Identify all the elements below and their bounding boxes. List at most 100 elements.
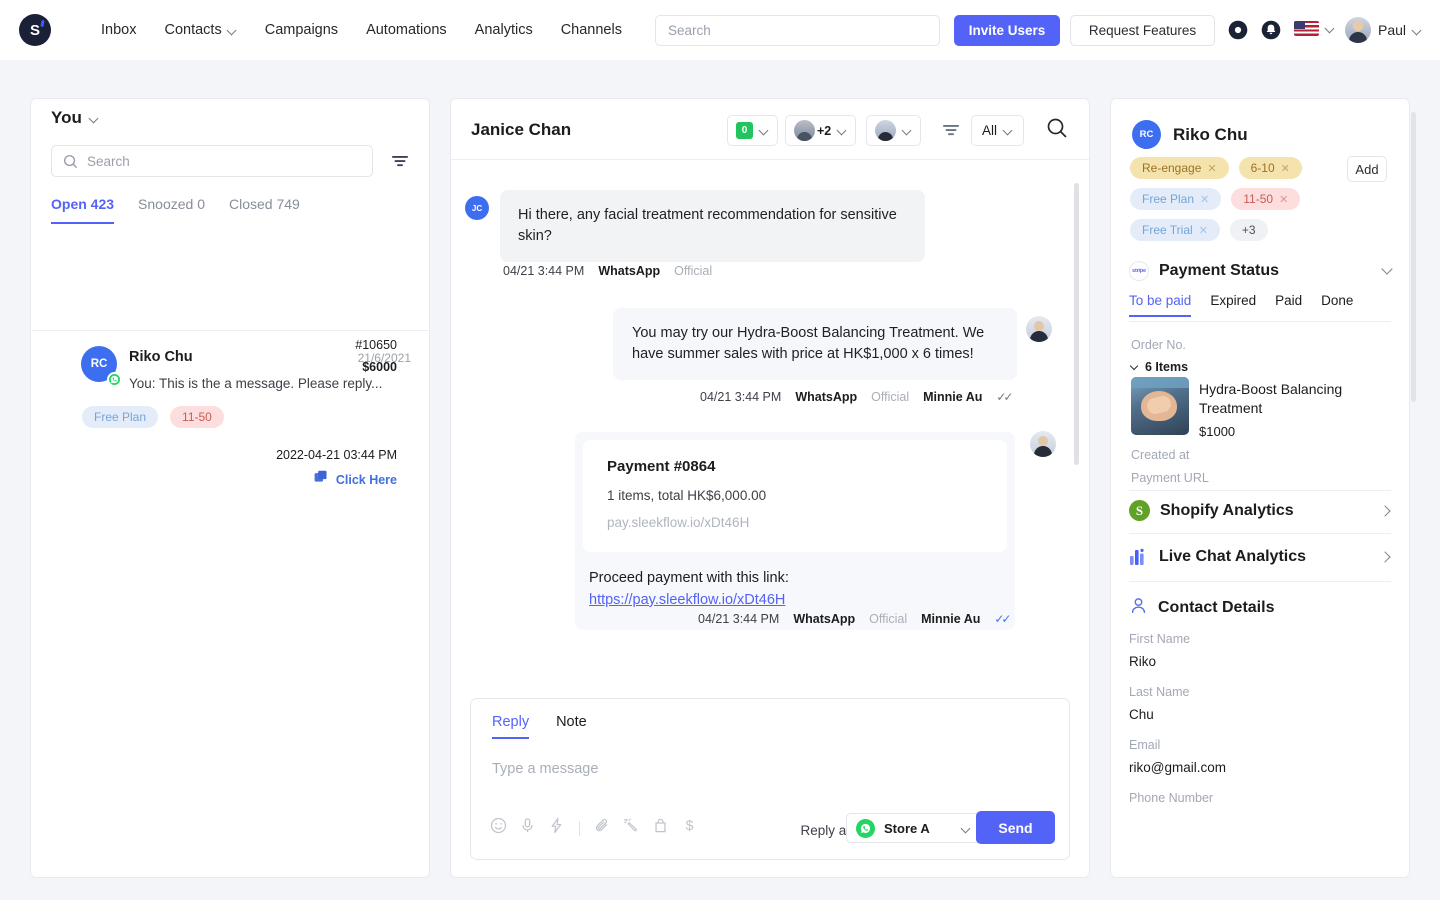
last-name-value[interactable]: Chu: [1129, 707, 1154, 722]
dollar-icon[interactable]: $: [681, 817, 698, 839]
collaborators-selector[interactable]: +2: [785, 115, 856, 146]
global-search-placeholder: Search: [668, 23, 711, 38]
avatar: [1030, 431, 1056, 457]
message-input[interactable]: Type a message: [492, 761, 598, 777]
tab-to-be-paid[interactable]: To be paid: [1129, 293, 1191, 317]
tab-snoozed[interactable]: Snoozed 0: [138, 196, 205, 224]
nav-item-contacts[interactable]: Contacts: [150, 16, 250, 44]
main-nav-links: Inbox Contacts Campaigns Automations Ana…: [87, 16, 636, 44]
close-icon[interactable]: ✕: [1207, 162, 1216, 175]
inbox-owner-selector[interactable]: You: [51, 108, 99, 128]
message-type-filter[interactable]: All: [971, 115, 1024, 146]
reply-channel-selector[interactable]: Store A: [846, 813, 981, 843]
conversation-search-input[interactable]: Search: [51, 145, 373, 177]
nav-item-channels-label: Channels: [561, 22, 622, 38]
lightning-icon[interactable]: [548, 817, 565, 839]
invite-users-button[interactable]: Invite Users: [954, 15, 1060, 46]
send-button[interactable]: Send: [976, 811, 1055, 844]
close-icon[interactable]: ✕: [1279, 193, 1288, 206]
assignee-selector[interactable]: [866, 115, 921, 146]
tab-paid[interactable]: Paid: [1275, 293, 1302, 317]
nav-item-channels[interactable]: Channels: [547, 16, 636, 44]
read-receipt-icon: ✓✓: [994, 612, 1008, 626]
user-name-label: Paul: [1378, 22, 1406, 38]
contact-panel-scrollbar[interactable]: [1411, 112, 1416, 402]
first-name-value[interactable]: Riko: [1129, 654, 1156, 669]
search-icon[interactable]: [1046, 117, 1068, 144]
contact-tags: Re-engage ✕ 6-10 ✕ Free Plan ✕ 11-50 ✕ F…: [1130, 157, 1335, 241]
payment-link[interactable]: https://pay.sleekflow.io/xDt46H: [589, 592, 785, 608]
shopping-bag-icon[interactable]: [652, 817, 669, 839]
copy-icon: [314, 470, 329, 489]
gear-icon[interactable]: [1228, 20, 1248, 45]
filter-icon[interactable]: [390, 151, 410, 176]
magic-wand-icon[interactable]: [623, 817, 640, 839]
conversation-status-selector[interactable]: 0: [727, 115, 778, 146]
tab-reply[interactable]: Reply: [492, 714, 529, 739]
live-chat-analytics-row[interactable]: Live Chat Analytics: [1129, 548, 1391, 566]
chevron-down-icon: [903, 126, 912, 135]
tag-re-engage[interactable]: Re-engage ✕: [1130, 157, 1229, 179]
person-icon: [1129, 596, 1148, 620]
tab-closed-label: Closed 749: [229, 196, 300, 212]
avatar: [1345, 17, 1371, 43]
message-meta: 04/21 3:44 PM WhatsApp Official: [503, 264, 712, 278]
tag-overflow-count[interactable]: +3: [1230, 219, 1268, 241]
message-meta: 04/21 3:44 PM WhatsApp Official Minnie A…: [698, 612, 1008, 626]
message-bubble-incoming: Hi there, any facial treatment recommend…: [500, 190, 925, 262]
language-selector[interactable]: [1294, 21, 1335, 36]
list-item-tags: Free Plan 11-50: [82, 406, 224, 428]
microphone-icon[interactable]: [519, 817, 536, 839]
items-expander[interactable]: 6 Items: [1131, 360, 1188, 374]
tag-label: Free Plan: [1142, 192, 1194, 206]
app-logo[interactable]: S: [19, 14, 51, 46]
order-number-label: Order No.: [1131, 338, 1186, 352]
avatar-initials: JC: [472, 204, 482, 213]
close-icon[interactable]: ✕: [1281, 162, 1290, 175]
nav-item-inbox[interactable]: Inbox: [87, 16, 150, 44]
conversation-search-placeholder: Search: [87, 154, 130, 169]
tab-closed[interactable]: Closed 749: [229, 196, 300, 224]
avatar: [875, 120, 896, 141]
payment-url-link[interactable]: Click Here: [314, 470, 397, 489]
tag-6-10[interactable]: 6-10 ✕: [1239, 157, 1302, 179]
message-composer: Reply Note Type a message $ Repl: [470, 698, 1070, 860]
user-menu[interactable]: Paul: [1345, 17, 1422, 43]
payment-subtitle: 1 items, total HK$6,000.00: [607, 488, 983, 503]
paperclip-icon[interactable]: [594, 817, 611, 839]
message-filter-icon[interactable]: [941, 120, 961, 145]
chevron-down-icon: [1326, 24, 1335, 33]
tab-note[interactable]: Note: [556, 714, 587, 739]
message-bubble-outgoing: You may try our Hydra-Boost Balancing Tr…: [613, 308, 1017, 380]
message-channel: WhatsApp: [793, 612, 855, 626]
emoji-icon[interactable]: [490, 817, 507, 839]
payment-url-text: pay.sleekflow.io/xDt46H: [607, 515, 983, 530]
tag-free-trial[interactable]: Free Trial ✕: [1130, 219, 1220, 241]
message-account: Official: [869, 612, 907, 626]
tag-11-50[interactable]: 11-50 ✕: [1231, 188, 1300, 210]
avatar-initials: RC: [91, 358, 108, 370]
add-tag-button[interactable]: Add: [1347, 156, 1387, 182]
tab-open[interactable]: Open 423: [51, 196, 114, 224]
message-meta: 04/21 3:44 PM WhatsApp Official Minnie A…: [700, 390, 1010, 404]
search-icon: [63, 154, 78, 169]
message-time: 04/21 3:44 PM: [503, 264, 584, 278]
shopify-analytics-row[interactable]: S Shopify Analytics: [1129, 500, 1391, 521]
nav-item-analytics[interactable]: Analytics: [461, 16, 547, 44]
payment-status-section-header[interactable]: stripe Payment Status: [1129, 261, 1391, 281]
email-value[interactable]: riko@gmail.com: [1129, 760, 1226, 775]
bell-icon[interactable]: [1261, 20, 1281, 45]
message-scrollbar[interactable]: [1074, 183, 1079, 465]
tag-free-plan[interactable]: Free Plan ✕: [1130, 188, 1221, 210]
nav-item-campaigns[interactable]: Campaigns: [251, 16, 352, 44]
global-search-input[interactable]: Search: [655, 15, 940, 46]
divider: [1129, 581, 1391, 582]
invite-users-label: Invite Users: [969, 23, 1046, 38]
tab-done[interactable]: Done: [1321, 293, 1353, 317]
close-icon[interactable]: ✕: [1199, 224, 1208, 237]
nav-item-automations[interactable]: Automations: [352, 16, 461, 44]
tab-expired[interactable]: Expired: [1210, 293, 1256, 317]
close-icon[interactable]: ✕: [1200, 193, 1209, 206]
request-features-button[interactable]: Request Features: [1070, 15, 1215, 46]
first-name-label: First Name: [1129, 632, 1190, 646]
